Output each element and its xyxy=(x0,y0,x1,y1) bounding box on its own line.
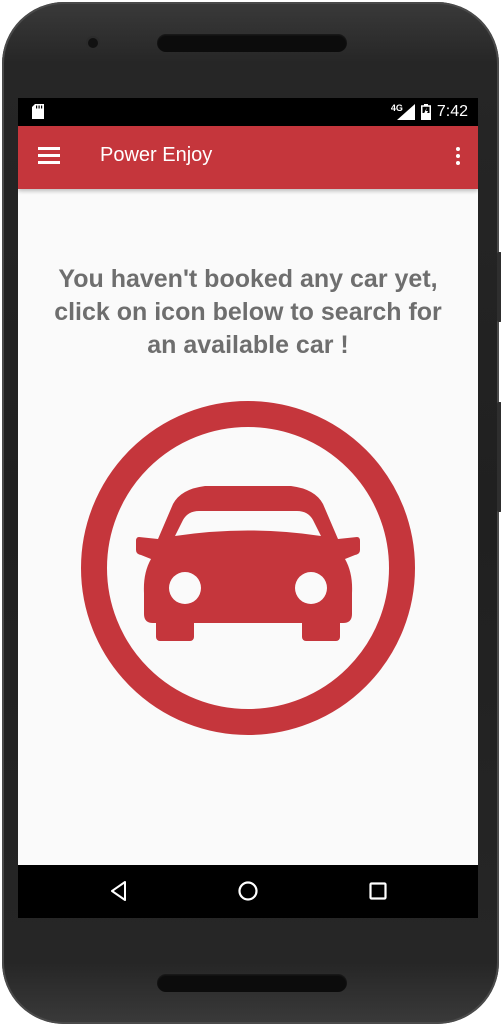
empty-state-message: You haven't booked any car yet, click on… xyxy=(54,265,442,359)
right-wheel xyxy=(302,616,340,641)
car-icon xyxy=(136,486,360,641)
app-bar: Power Enjoy xyxy=(18,126,478,189)
phone-frame: 4G 7:42 Power Enjoy You haven't booked a… xyxy=(2,2,501,1024)
front-camera xyxy=(88,38,98,48)
back-icon[interactable] xyxy=(108,880,130,902)
screen: 4G 7:42 Power Enjoy You haven't booked a… xyxy=(18,98,478,918)
recents-icon[interactable] xyxy=(367,880,389,902)
status-bar: 4G 7:42 xyxy=(18,98,478,126)
status-icons: 4G 7:42 xyxy=(391,102,468,122)
navigation-bar xyxy=(18,865,478,918)
search-car-button[interactable] xyxy=(81,401,415,735)
volume-button xyxy=(497,402,501,512)
power-button xyxy=(497,252,501,322)
clock: 7:42 xyxy=(436,103,468,120)
home-icon[interactable] xyxy=(237,880,259,902)
battery-icon xyxy=(420,104,431,120)
overflow-menu-icon[interactable] xyxy=(454,147,462,169)
left-wheel xyxy=(156,616,194,641)
sd-card-icon xyxy=(32,104,44,119)
menu-icon[interactable] xyxy=(38,147,62,169)
app-title: Power Enjoy xyxy=(100,144,213,166)
bottom-speaker xyxy=(157,974,347,992)
signal-icon xyxy=(396,104,415,120)
top-speaker xyxy=(157,34,347,52)
